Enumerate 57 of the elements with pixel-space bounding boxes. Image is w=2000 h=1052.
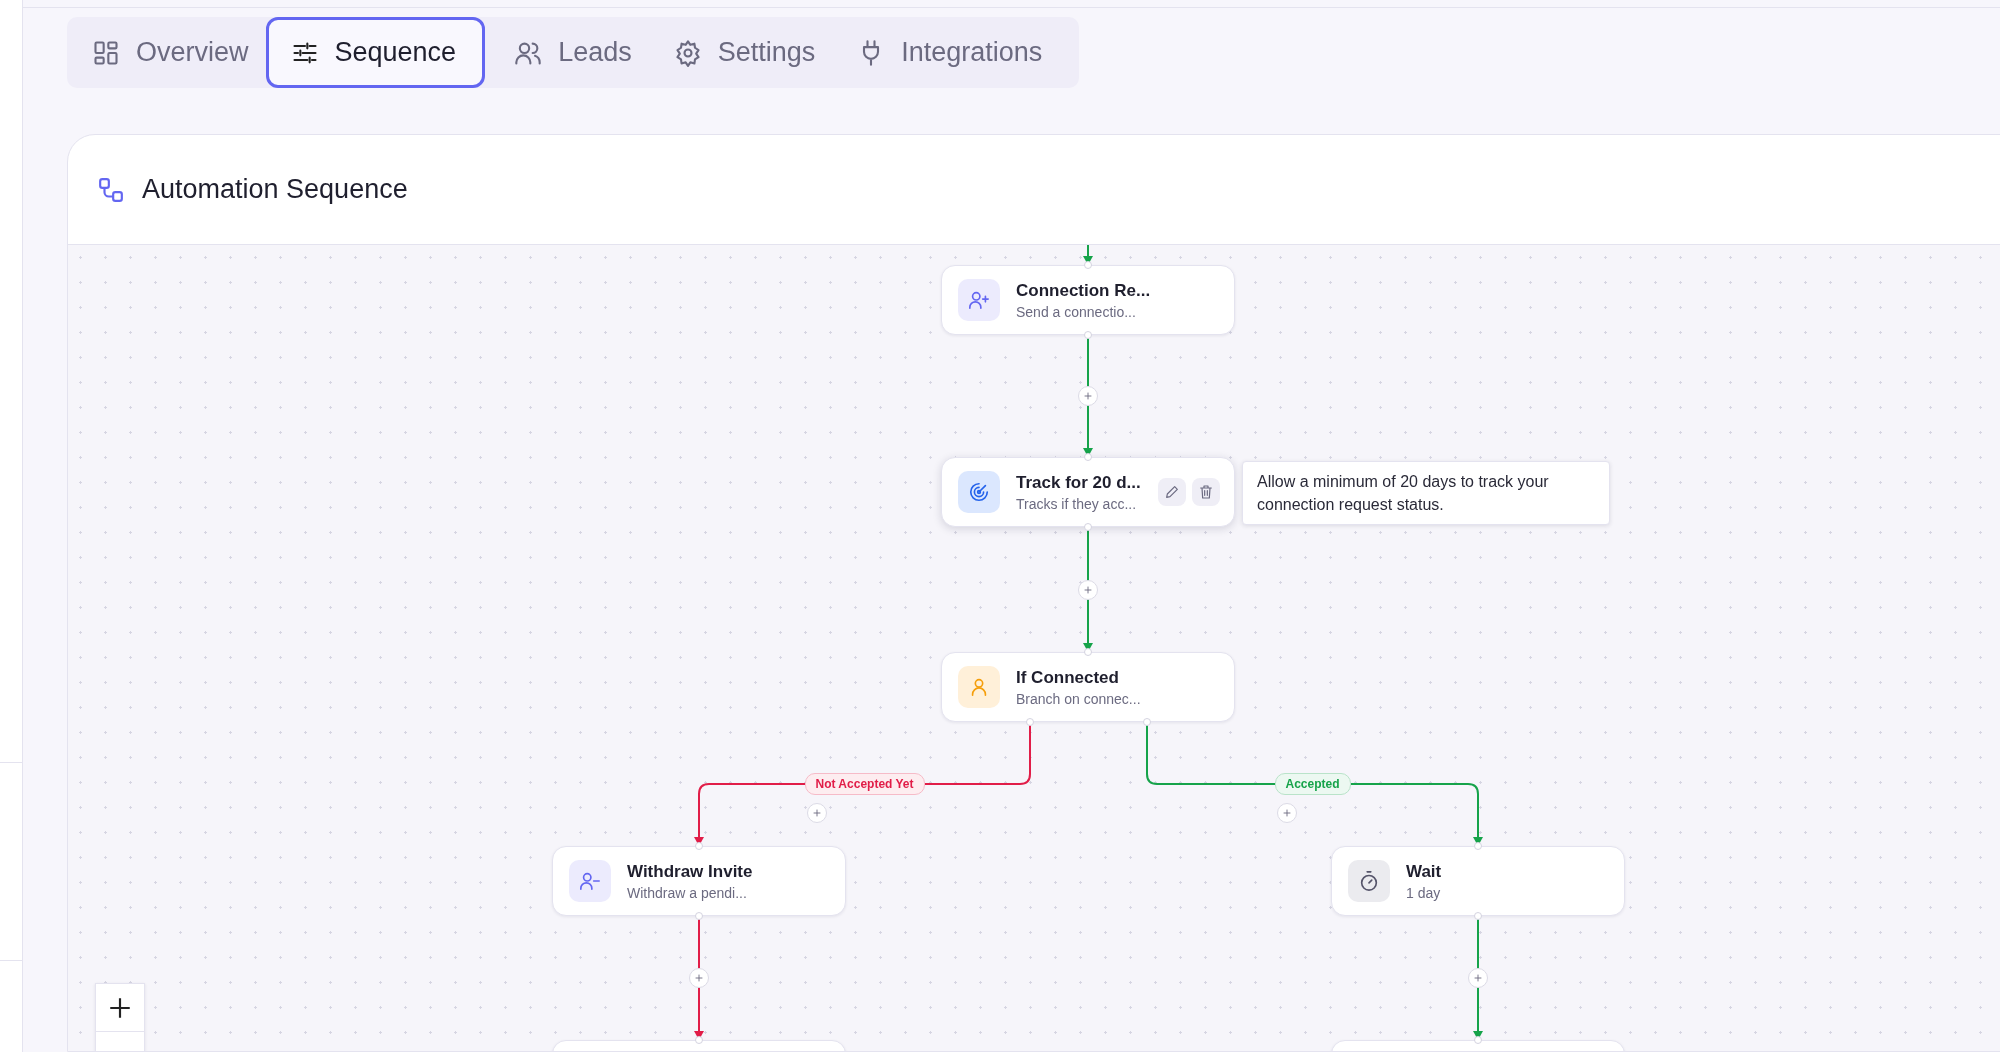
add-step-button[interactable] [1276,803,1297,823]
step-node[interactable]: Track for 20 d... Tracks if they acc... [941,457,1235,527]
connection-handle[interactable] [1474,912,1482,920]
node-subtitle: Tracks if they acc... [1016,495,1138,512]
step-node[interactable]: Wait 1 day [1331,846,1625,916]
connection-handle[interactable] [1084,331,1092,339]
edit-button[interactable] [1158,478,1186,506]
plus-icon [1082,390,1094,402]
card-title: Automation Sequence [142,174,408,205]
connection-handle[interactable] [1084,261,1092,269]
node-title: If Connected [1016,667,1120,688]
tab[interactable]: Overview [67,17,262,88]
add-step-button[interactable] [1078,579,1098,600]
step-node[interactable]: Withdraw Invite Withdraw a pendi... [552,846,846,916]
add-step-button[interactable] [806,803,827,823]
step-node[interactable]: Connection Re... Send a connectio... [941,265,1235,335]
add-step-button[interactable] [1078,386,1098,406]
node-subtitle: Branch on connec... [1016,690,1142,707]
node-title: Connection Re... [1016,280,1152,301]
trash-icon [1198,484,1214,500]
user-plus-icon [968,289,990,311]
connection-handle[interactable] [695,912,703,920]
tab[interactable]: Sequence [265,17,486,88]
connection-handle[interactable] [1084,648,1092,656]
add-step-button[interactable] [689,968,709,988]
add-step-button[interactable] [1468,968,1488,988]
node-subtitle: Send a connectio... [1016,303,1137,320]
plus-icon [693,972,705,984]
branch-label: Not Accepted Yet [804,773,925,795]
connection-handle[interactable] [695,842,703,850]
node-title: Track for 20 d... [1016,472,1142,493]
connection-handle[interactable] [1474,1036,1482,1044]
user-minus-icon [579,870,601,892]
step-node[interactable]: If Connected Branch on connec... [941,652,1235,722]
tab[interactable]: Leads [489,17,645,88]
tooltip: Allow a minimum of 20 days to track your connection request status. [1242,461,1610,525]
connection-handle[interactable] [1474,842,1482,850]
node-title: Withdraw Invite [627,861,754,882]
tab[interactable]: Settings [648,17,829,88]
grid-icon [92,38,120,67]
branch-label: Accepted [1274,773,1351,795]
node-title: Wait [1406,861,1443,882]
connection-handle[interactable] [1084,523,1092,531]
zoom-in-button[interactable] [96,984,144,1032]
tab[interactable]: Integrations [832,17,1056,88]
pencil-icon [1164,484,1180,500]
radar-icon [968,481,990,503]
connection-handle[interactable] [695,1036,703,1044]
connection-handle[interactable] [1143,718,1151,726]
node-subtitle: Withdraw a pendi... [627,884,748,901]
delete-button[interactable] [1192,478,1220,506]
connection-handle[interactable] [1026,718,1034,726]
connection-handle[interactable] [1084,453,1092,461]
node-subtitle: 1 day [1406,884,1442,901]
plus-icon [1472,972,1484,984]
timer-icon [1358,870,1380,892]
workflow-icon [98,176,124,203]
